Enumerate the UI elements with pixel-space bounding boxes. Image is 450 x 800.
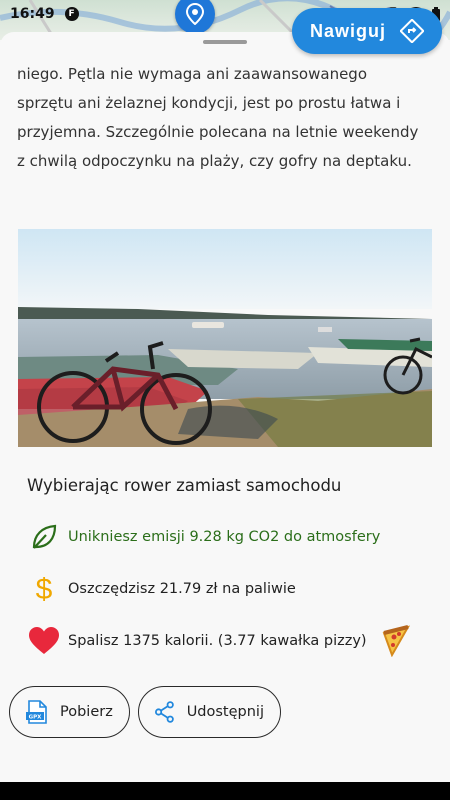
dollar-icon: $	[26, 571, 62, 607]
app-notification-icon: F	[64, 7, 79, 21]
pizza-icon	[380, 625, 412, 658]
money-benefit: $ Oszczędzisz 21.79 zł na paliwie	[26, 571, 426, 607]
share-icon	[155, 701, 174, 723]
navigate-button[interactable]: Nawiguj	[292, 8, 442, 54]
status-time: 16:49	[10, 6, 55, 22]
directions-icon	[400, 19, 424, 43]
description-line: niego. Pętla nie wymaga ani zaawansowane…	[17, 65, 368, 83]
leaf-icon	[26, 519, 62, 555]
co2-benefit: Unikniesz emisji 9.28 kg CO2 do atmosfer…	[26, 519, 426, 555]
benefits-title: Wybierając rower zamiast samochodu	[27, 476, 342, 495]
co2-text: Unikniesz emisji 9.28 kg CO2 do atmosfer…	[68, 529, 381, 545]
download-gpx-button[interactable]: GPX Pobierz	[9, 686, 130, 738]
calories-benefit: Spalisz 1375 kalorii. (3.77 kawałka pizz…	[26, 623, 426, 659]
gpx-file-icon: GPX	[26, 700, 47, 724]
route-description: niego. Pętla nie wymaga ani zaawansowane…	[17, 60, 437, 176]
calories-text: Spalisz 1375 kalorii. (3.77 kawałka pizz…	[68, 633, 367, 649]
route-photo[interactable]	[18, 229, 432, 447]
money-text: Oszczędzisz 21.79 zł na paliwie	[68, 581, 296, 597]
gpx-file-label: GPX	[29, 715, 43, 721]
share-button[interactable]: Udostępnij	[138, 686, 281, 738]
sheet-drag-handle[interactable]	[203, 40, 247, 44]
system-navigation-bar	[0, 782, 450, 800]
download-label: Pobierz	[60, 704, 113, 720]
share-label: Udostępnij	[186, 704, 264, 720]
route-details-sheet: niego. Pętla nie wymaga ani zaawansowane…	[0, 32, 450, 782]
svg-text:$: $	[36, 573, 53, 605]
navigate-label: Nawiguj	[309, 20, 386, 41]
description-line: przyjemna. Szczególnie polecana na letni…	[17, 123, 419, 141]
heart-icon	[26, 623, 62, 659]
description-line: z chwilą odpoczynku na plaży, czy gofry …	[17, 152, 412, 170]
description-line: sprzętu ani żelaznej kondycji, jest po p…	[17, 94, 401, 112]
